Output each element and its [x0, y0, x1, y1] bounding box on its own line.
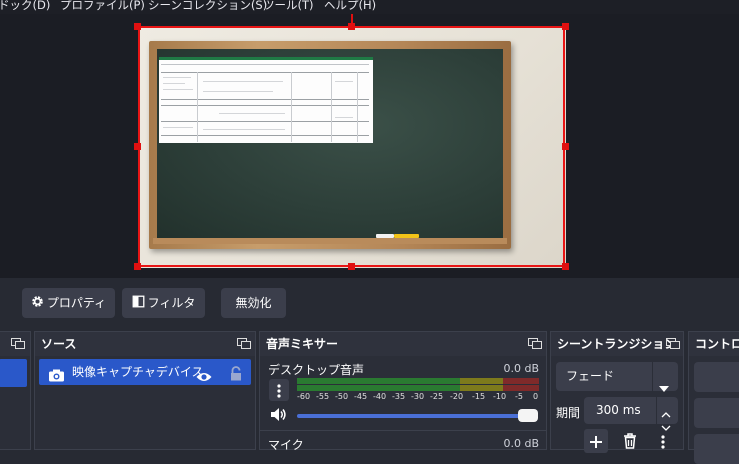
filters-label: フィルタ: [147, 296, 196, 310]
filter-icon: [132, 289, 145, 319]
meter-scale: -60 -55 -50 -45 -40 -35 -30 -25 -20 -15 …: [297, 392, 539, 401]
gear-icon: [31, 289, 44, 319]
resize-handle-top-right[interactable]: [562, 23, 569, 30]
rotation-handle[interactable]: [351, 14, 353, 26]
properties-button[interactable]: プロパティ: [22, 288, 115, 318]
transition-selected-label: フェード: [566, 369, 615, 383]
properties-label: プロパティ: [46, 296, 107, 310]
more-vertical-icon[interactable]: [661, 434, 665, 453]
duration-label: 期間: [556, 406, 581, 420]
add-transition-button[interactable]: [584, 429, 608, 453]
start-streaming-button[interactable]: [694, 362, 739, 392]
lock-icon[interactable]: [230, 364, 242, 390]
desktop-audio-level: 0.0 dB: [503, 362, 539, 375]
plus-icon: [589, 434, 603, 453]
source-item-label: 映像キャプチャデバイス: [72, 365, 204, 379]
resize-handle-bottom-right[interactable]: [562, 263, 569, 270]
menu-tools[interactable]: ツール(T): [263, 0, 314, 11]
undock-icon[interactable]: [666, 338, 680, 349]
source-item-video-capture[interactable]: 映像キャプチャデバイス: [39, 359, 251, 385]
mixer-title: 音声ミキサー: [260, 332, 546, 356]
disable-button[interactable]: 無効化: [221, 288, 286, 318]
undock-icon[interactable]: [11, 338, 25, 349]
speaker-icon[interactable]: [270, 407, 287, 426]
sources-dock: ソース 映像キャプチャデバイス: [34, 331, 256, 450]
source-toolbar: プロパティ フィルタ 無効化: [0, 278, 739, 330]
duration-value: 300 ms: [596, 403, 641, 417]
desktop-audio-volume-slider[interactable]: [297, 414, 533, 418]
desktop-audio-meter-2: [297, 385, 539, 391]
sources-title: ソース: [35, 332, 255, 356]
selected-scene-item[interactable]: [0, 359, 27, 387]
source-selection-box[interactable]: [138, 26, 565, 267]
resize-handle-top-left[interactable]: [134, 23, 141, 30]
menu-help[interactable]: ヘルプ(H): [324, 0, 376, 11]
scenes-dock: [0, 331, 31, 450]
duration-spinbox[interactable]: 300 ms: [584, 397, 678, 431]
resize-handle-left[interactable]: [134, 143, 141, 150]
desktop-audio-volume-knob[interactable]: [518, 409, 538, 422]
mic-label: マイク: [268, 438, 304, 452]
menu-bar: ドック(D) プロファイル(P) シーンコレクション(S) ツール(T) ヘルプ…: [0, 0, 739, 14]
transition-select[interactable]: フェード: [556, 362, 678, 392]
transitions-title: シーントランジション: [551, 332, 683, 356]
resize-handle-bottom[interactable]: [348, 263, 355, 270]
start-recording-button[interactable]: [694, 398, 739, 428]
disable-label: 無効化: [235, 296, 272, 310]
filters-button[interactable]: フィルタ: [122, 288, 205, 318]
desktop-audio-label: デスクトップ音声: [268, 363, 365, 377]
menu-dock[interactable]: ドック(D): [0, 0, 50, 11]
resize-handle-right[interactable]: [562, 143, 569, 150]
trash-icon[interactable]: [623, 433, 637, 453]
controls-title: コントロール: [689, 332, 739, 356]
desktop-audio-meter: [297, 378, 539, 384]
more-vertical-icon: [277, 383, 281, 402]
menu-profile[interactable]: プロファイル(P): [60, 0, 145, 11]
undock-icon[interactable]: [237, 338, 251, 349]
virtual-camera-button[interactable]: [694, 434, 739, 464]
mic-level: 0.0 dB: [503, 437, 539, 450]
resize-handle-bottom-left[interactable]: [134, 263, 141, 270]
undock-icon[interactable]: [528, 338, 542, 349]
desktop-audio-menu-button[interactable]: [269, 379, 289, 401]
camera-icon: [49, 365, 64, 391]
menu-scene-collection[interactable]: シーンコレクション(S): [148, 0, 267, 11]
eye-icon[interactable]: [196, 366, 212, 392]
